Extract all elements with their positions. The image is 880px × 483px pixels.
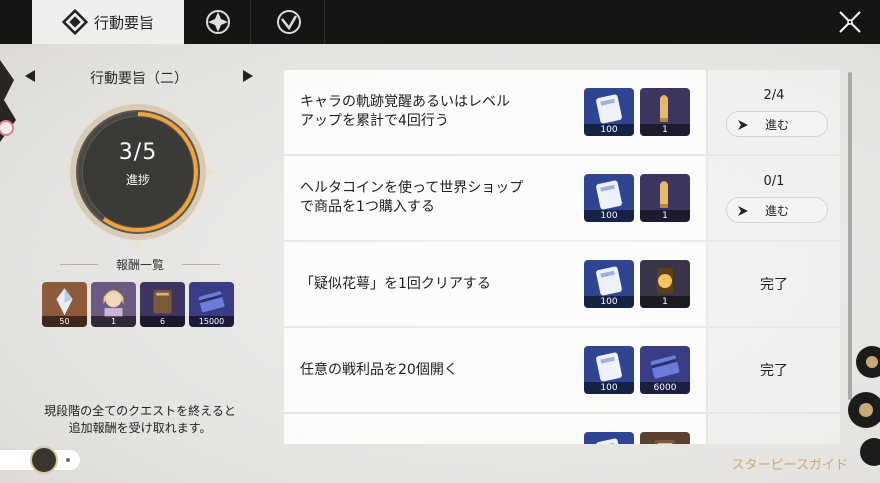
quest-row: 任意の戦利品を20個開く 100 6000 完了 — [284, 328, 840, 412]
quest-description: ヘルタコインを使って世界ショップ で商品を1つ購入する — [300, 156, 570, 240]
go-button[interactable]: 進む — [726, 111, 828, 137]
navigate-icon — [738, 120, 748, 130]
reward-item[interactable]: 1 — [91, 282, 136, 327]
rewards-heading: 報酬一覧 — [60, 256, 220, 273]
notice-line: 現段階の全てのクエストを終えると — [44, 404, 236, 418]
go-button-label: 進む — [764, 203, 789, 218]
quest-reward-item[interactable]: 1 — [640, 260, 690, 308]
quest-complete-label: 完了 — [760, 363, 788, 379]
quest-main: 「疑似花萼」を1回クリアする 100 1 — [284, 242, 706, 326]
go-button-label: 進む — [764, 117, 789, 132]
reward-quantity: 100 — [584, 124, 634, 136]
go-button[interactable]: 進む — [726, 197, 828, 223]
reward-quantity: 100 — [584, 210, 634, 222]
reward-quantity: 15000 — [189, 316, 234, 327]
triangle-right-icon[interactable] — [242, 69, 254, 83]
quest-status-area: 完了 — [708, 328, 840, 412]
top-tab-bar: 行動要旨 — [0, 0, 880, 44]
notice-line: 追加報酬を受け取れます。 — [68, 421, 212, 435]
quest-reward-item[interactable]: 1 — [640, 174, 690, 222]
quest-progress: 0/1 — [763, 174, 785, 189]
tab-shield[interactable] — [254, 0, 325, 44]
crest-icon — [206, 10, 230, 34]
quest-main — [284, 414, 706, 444]
reward-quantity: 6 — [140, 316, 185, 327]
reward-quantity: 1 — [640, 124, 690, 136]
quest-main: 任意の戦利品を20個開く 100 6000 — [284, 328, 706, 412]
quest-reward-item[interactable]: 100 — [584, 346, 634, 394]
quest-text-line: 「疑似花萼」を1回クリアする — [300, 275, 491, 292]
stage-title: 行動要旨（二） — [90, 71, 188, 87]
quest-rewards: 100 6000 — [584, 346, 690, 394]
quest-row: 「疑似花萼」を1回クリアする 100 1 完了 — [284, 242, 840, 326]
quest-status-area: 0/1 進む — [708, 156, 840, 240]
quest-text-line: で商品を1つ購入する — [300, 199, 435, 215]
quest-rewards — [584, 432, 690, 444]
dial-text: 3/5 進捗 — [58, 140, 218, 188]
quest-text-line: アップを累計で4回行う — [300, 113, 449, 129]
dot-indicator — [66, 458, 70, 462]
decorative-ornament-left — [0, 60, 16, 142]
shield-check-icon — [277, 10, 301, 34]
quest-reward-item[interactable]: 100 — [584, 88, 634, 136]
book-icon — [655, 440, 675, 444]
quest-row: ヘルタコインを使って世界ショップ で商品を1つ購入する 100 1 0/1 進む — [284, 156, 840, 240]
progress-count: 3/5 — [118, 140, 158, 165]
quest-reward-item[interactable]: 100 — [584, 174, 634, 222]
reward-quantity: 100 — [584, 296, 634, 308]
quest-description: 「疑似花萼」を1回クリアする — [300, 242, 570, 326]
reward-quantity: 1 — [640, 296, 690, 308]
reward-quantity: 100 — [584, 382, 634, 394]
completion-notice: 現段階の全てのクエストを終えると 追加報酬を受け取れます。 — [20, 403, 260, 437]
quest-complete-label: 完了 — [760, 277, 788, 293]
scrollbar[interactable] — [848, 72, 852, 400]
quest-description — [300, 414, 570, 444]
reward-quantity: 6000 — [640, 382, 690, 394]
reward-quantity: 1 — [91, 316, 136, 327]
navigate-icon — [738, 206, 748, 216]
reward-item[interactable]: 6 — [140, 282, 185, 327]
decorative-flowers-right — [848, 346, 880, 466]
tab-action-guide[interactable]: 行動要旨 — [32, 0, 184, 44]
card-icon — [596, 438, 622, 444]
quest-progress: 2/4 — [763, 88, 785, 103]
emblem-icon — [30, 446, 58, 474]
quest-row: キャラの軌跡覚醒あるいはレベル アップを累計で4回行う 100 1 2/4 進む — [284, 70, 840, 154]
quest-rewards: 100 1 — [584, 88, 690, 136]
reward-item[interactable]: 50 — [42, 282, 87, 327]
quest-rewards: 100 1 — [584, 174, 690, 222]
quest-reward-item[interactable]: 6000 — [640, 346, 690, 394]
diamond-emblem-icon — [61, 9, 88, 35]
star-piece-guide-link[interactable]: スターピースガイド — [732, 454, 848, 473]
quest-status-area: 2/4 進む — [708, 70, 840, 154]
progress-label: 進捗 — [125, 173, 150, 187]
tab-crest[interactable] — [186, 0, 251, 44]
reward-quantity: 1 — [640, 210, 690, 222]
close-icon[interactable] — [834, 6, 866, 38]
quest-reward-item[interactable]: 100 — [584, 260, 634, 308]
quest-description: 任意の戦利品を20個開く — [300, 328, 570, 412]
quest-text-line: ヘルタコインを使って世界ショップ — [300, 180, 524, 196]
quest-text-line: キャラの軌跡覚醒あるいはレベル — [300, 94, 510, 110]
reward-list: 50 1 6 15000 — [42, 282, 234, 327]
stage-navigator: 行動要旨（二） — [24, 66, 254, 88]
quest-row — [284, 414, 840, 444]
quest-main: ヘルタコインを使って世界ショップ で商品を1つ購入する 100 1 — [284, 156, 706, 240]
quest-list: キャラの軌跡覚醒あるいはレベル アップを累計で4回行う 100 1 2/4 進む ヘルタコイ… — [284, 70, 840, 444]
quest-main: キャラの軌跡覚醒あるいはレベル アップを累計で4回行う 100 1 — [284, 70, 706, 154]
quest-reward-item[interactable]: 1 — [640, 88, 690, 136]
quest-description: キャラの軌跡覚醒あるいはレベル アップを累計で4回行う — [300, 70, 570, 154]
quest-rewards: 100 1 — [584, 260, 690, 308]
tab-label: 行動要旨 — [93, 13, 154, 32]
quest-reward-item[interactable] — [584, 432, 634, 444]
reward-item[interactable]: 15000 — [189, 282, 234, 327]
reward-quantity: 50 — [42, 316, 87, 327]
quest-reward-item[interactable] — [640, 432, 690, 444]
screen: 行動要旨 行動要旨（二） 3/5 進捗 報酬一覧 50 1 6 15000 現段… — [0, 0, 880, 483]
quest-status-area: 完了 — [708, 242, 840, 326]
quest-text-line: 任意の戦利品を20個開く — [300, 361, 458, 378]
quest-status-area — [708, 414, 840, 444]
